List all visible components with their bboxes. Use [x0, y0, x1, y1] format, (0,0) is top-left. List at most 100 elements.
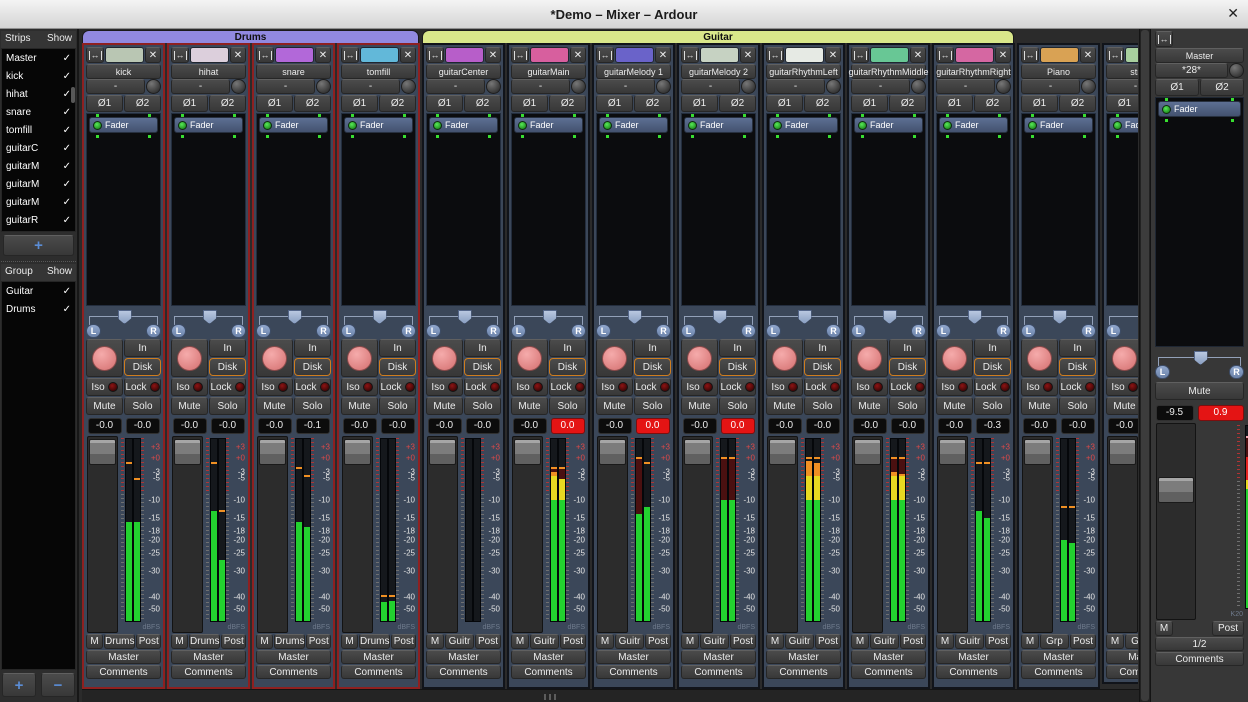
input-selector[interactable]: -	[936, 79, 995, 94]
record-arm-button[interactable]	[86, 339, 123, 377]
monitor-disk-button[interactable]: Disk	[634, 358, 671, 376]
monitor-disk-button[interactable]: Disk	[549, 358, 586, 376]
fader-handle[interactable]	[259, 439, 286, 465]
input-selector[interactable]: -	[426, 79, 485, 94]
strips-list-item[interactable]: guitarM✓	[2, 193, 75, 211]
phase-1-button[interactable]: Ø1	[256, 95, 293, 112]
fader-led[interactable]	[178, 121, 187, 130]
strip-name-button[interactable]: snare	[256, 64, 331, 79]
input-selector[interactable]: -	[1106, 79, 1138, 94]
output-button[interactable]: Master	[341, 650, 416, 664]
group-tab-guitar[interactable]: Guitar	[422, 30, 1014, 43]
peak-display[interactable]: -0.1	[296, 418, 330, 434]
fader-slider[interactable]	[597, 436, 628, 633]
groups-list-item-checkbox[interactable]: ✓	[63, 286, 71, 297]
group-button[interactable]: Grp	[1125, 634, 1138, 649]
input-selector[interactable]: -	[1021, 79, 1080, 94]
processor-box[interactable]: Fader	[766, 113, 841, 306]
master-comments-button[interactable]: Comments	[1155, 652, 1244, 666]
phase-2-button[interactable]: Ø2	[1059, 95, 1096, 112]
fader-handle[interactable]	[854, 439, 881, 465]
fader-led[interactable]	[943, 121, 952, 130]
solo-lock-button[interactable]: Lock	[889, 378, 926, 396]
record-arm-button[interactable]	[1021, 339, 1058, 377]
solo-isolate-button[interactable]: Iso	[766, 378, 803, 396]
peak-display[interactable]: -0.3	[976, 418, 1010, 434]
fader-slider[interactable]	[1022, 436, 1053, 633]
fader-handle[interactable]	[599, 439, 626, 465]
peak-display[interactable]: -0.0	[381, 418, 415, 434]
comments-button[interactable]: Comments	[1021, 665, 1096, 679]
width-toggle-button[interactable]: ↔	[86, 47, 104, 63]
phase-2-button[interactable]: Ø2	[124, 95, 161, 112]
strip-color-chip[interactable]	[445, 47, 484, 63]
monitor-input-button[interactable]: In	[209, 339, 246, 357]
output-button[interactable]: Master	[1106, 650, 1138, 664]
pan-control[interactable]: L R	[256, 307, 331, 338]
monitor-disk-button[interactable]: Disk	[209, 358, 246, 376]
pan-right-button[interactable]: R	[826, 324, 841, 338]
fader-processor[interactable]: Fader	[939, 117, 1008, 133]
width-toggle-button[interactable]: ↔	[341, 47, 359, 63]
fader-handle[interactable]	[174, 439, 201, 465]
pan-control[interactable]: L R	[766, 307, 841, 338]
strips-list-item-checkbox[interactable]: ✓	[63, 143, 71, 154]
gain-display[interactable]: -0.0	[1108, 418, 1139, 434]
comments-button[interactable]: Comments	[341, 665, 416, 679]
input-selector[interactable]: -	[171, 79, 230, 94]
strips-list-item-checkbox[interactable]: ✓	[63, 161, 71, 172]
master-gain-display[interactable]: -9.5	[1156, 405, 1194, 421]
pan-left-button[interactable]: L	[341, 324, 356, 338]
comments-button[interactable]: Comments	[511, 665, 586, 679]
monitor-disk-button[interactable]: Disk	[464, 358, 501, 376]
monitor-disk-button[interactable]: Disk	[804, 358, 841, 376]
pan-right-button[interactable]: R	[741, 324, 756, 338]
fader-led[interactable]	[603, 121, 612, 130]
fader-processor[interactable]: Fader	[599, 117, 668, 133]
comments-button[interactable]: Comments	[936, 665, 1011, 679]
strips-list-item[interactable]: kick✓	[2, 67, 75, 85]
fader-processor[interactable]: Fader	[854, 117, 923, 133]
fader-led[interactable]	[773, 121, 782, 130]
record-arm-button[interactable]	[511, 339, 548, 377]
mute-button[interactable]: Mute	[171, 397, 208, 415]
solo-lock-button[interactable]: Lock	[464, 378, 501, 396]
strips-list-item-checkbox[interactable]: ✓	[63, 71, 71, 82]
fader-processor[interactable]: Fader	[1109, 117, 1138, 133]
solo-lock-button[interactable]: Lock	[124, 378, 161, 396]
mono-button[interactable]: M	[936, 634, 954, 649]
width-toggle-button[interactable]: ↔	[511, 47, 529, 63]
pan-left-button[interactable]: L	[851, 324, 866, 338]
width-toggle-button[interactable]: ↔	[681, 47, 699, 63]
add-strip-button[interactable]: +	[3, 235, 74, 256]
peak-display[interactable]: -0.0	[891, 418, 925, 434]
master-phase-2-button[interactable]: Ø2	[1200, 79, 1244, 96]
group-button[interactable]: Drums	[274, 634, 305, 649]
fader-led[interactable]	[858, 121, 867, 130]
fader-handle[interactable]	[939, 439, 966, 465]
strip-color-chip[interactable]	[870, 47, 909, 63]
processor-box[interactable]: Fader	[171, 113, 246, 306]
pan-control[interactable]: L R	[341, 307, 416, 338]
processor-box[interactable]: Fader	[1106, 113, 1138, 306]
comments-button[interactable]: Comments	[851, 665, 926, 679]
monitor-disk-button[interactable]: Disk	[379, 358, 416, 376]
mono-button[interactable]: M	[426, 634, 444, 649]
strip-close-button[interactable]: ✕	[315, 47, 331, 63]
fader-slider[interactable]	[87, 436, 118, 633]
width-toggle-button[interactable]: ↔	[596, 47, 614, 63]
groups-list-item[interactable]: Drums✓	[2, 300, 75, 318]
gain-display[interactable]: -0.0	[1023, 418, 1057, 434]
fader-slider[interactable]	[342, 436, 373, 633]
peak-display[interactable]: -0.0	[126, 418, 160, 434]
pan-right-button[interactable]: R	[1229, 365, 1244, 379]
pan-control[interactable]: L R	[936, 307, 1011, 338]
comments-button[interactable]: Comments	[681, 665, 756, 679]
metering-point-button[interactable]: Post	[475, 634, 501, 649]
gain-display[interactable]: -0.0	[938, 418, 972, 434]
fader-handle[interactable]	[769, 439, 796, 465]
peak-display[interactable]: -0.0	[211, 418, 245, 434]
solo-isolate-button[interactable]: Iso	[1106, 378, 1138, 396]
record-arm-button[interactable]	[426, 339, 463, 377]
strip-name-button[interactable]: guitarRhythmLeft	[766, 64, 841, 79]
